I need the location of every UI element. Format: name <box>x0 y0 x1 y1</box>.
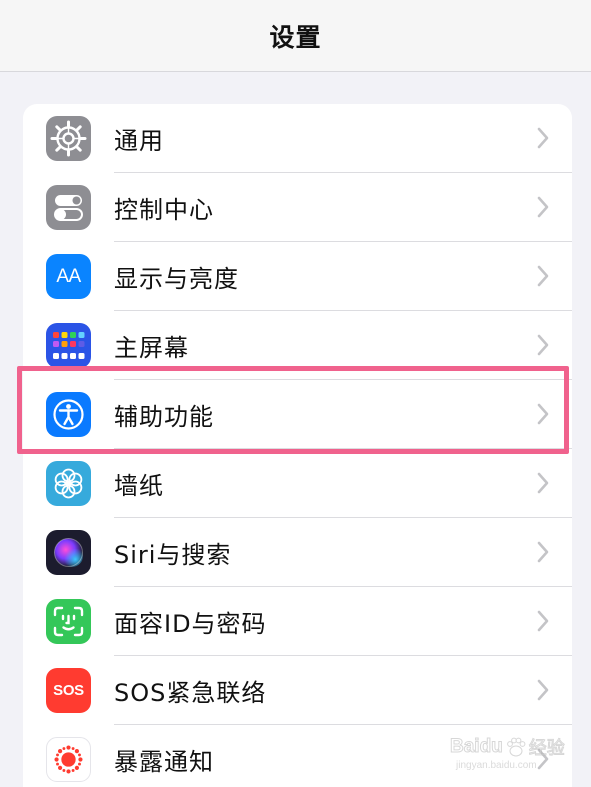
chevron-right-icon <box>537 679 549 701</box>
settings-row-label: 主屏幕 <box>114 334 189 362</box>
settings-row-label: 控制中心 <box>114 196 214 224</box>
settings-row-label: 墙纸 <box>114 472 164 500</box>
settings-row-siri-search[interactable]: Siri与搜索 <box>23 518 572 587</box>
exposure-notification-icon <box>46 737 91 782</box>
settings-row-label: 显示与亮度 <box>114 265 239 293</box>
page-title: 设置 <box>269 22 322 52</box>
chevron-right-icon <box>537 196 549 218</box>
sos-icon: SOS <box>46 668 91 713</box>
chevron-right-icon <box>537 334 549 356</box>
settings-row-label: Siri与搜索 <box>114 541 232 569</box>
text-size-glyph: AA <box>56 265 81 287</box>
chevron-right-icon <box>537 127 549 149</box>
chevron-right-icon <box>537 472 549 494</box>
settings-row-control-center[interactable]: 控制中心 <box>23 173 572 242</box>
chevron-right-icon <box>537 265 549 287</box>
settings-row-face-id-passcode[interactable]: 面容ID与密码 <box>23 587 572 656</box>
settings-row-label: 辅助功能 <box>114 403 214 431</box>
settings-row-wallpaper[interactable]: 墙纸 <box>23 449 572 518</box>
siri-icon <box>46 530 91 575</box>
chevron-right-icon <box>537 748 549 770</box>
settings-row-display-brightness[interactable]: AA 显示与亮度 <box>23 242 572 311</box>
wallpaper-flower-icon <box>46 461 91 506</box>
settings-row-home-screen[interactable]: 主屏幕 <box>23 311 572 380</box>
home-screen-grid-icon <box>46 323 91 368</box>
settings-list: 通用 控制中心 AA 显示与亮度 主屏幕 辅助功能 墙纸 Siri与搜索 面容I… <box>23 104 572 787</box>
settings-row-label: SOS紧急联络 <box>114 679 267 707</box>
gear-icon <box>46 116 91 161</box>
chevron-right-icon <box>537 403 549 425</box>
chevron-right-icon <box>537 541 549 563</box>
chevron-right-icon <box>537 610 549 632</box>
settings-row-label: 面容ID与密码 <box>114 610 267 638</box>
face-id-icon <box>46 599 91 644</box>
sos-glyph: SOS <box>53 682 84 699</box>
settings-row-exposure-notifications[interactable]: 暴露通知 <box>23 725 572 787</box>
settings-row-label: 暴露通知 <box>114 748 214 776</box>
settings-row-general[interactable]: 通用 <box>23 104 572 173</box>
text-size-icon: AA <box>46 254 91 299</box>
accessibility-icon <box>46 392 91 437</box>
settings-row-emergency-sos[interactable]: SOS SOS紧急联络 <box>23 656 572 725</box>
toggles-icon <box>46 185 91 230</box>
settings-row-accessibility[interactable]: 辅助功能 <box>23 380 572 449</box>
settings-row-label: 通用 <box>114 127 164 155</box>
navigation-bar: 设置 <box>0 0 591 72</box>
